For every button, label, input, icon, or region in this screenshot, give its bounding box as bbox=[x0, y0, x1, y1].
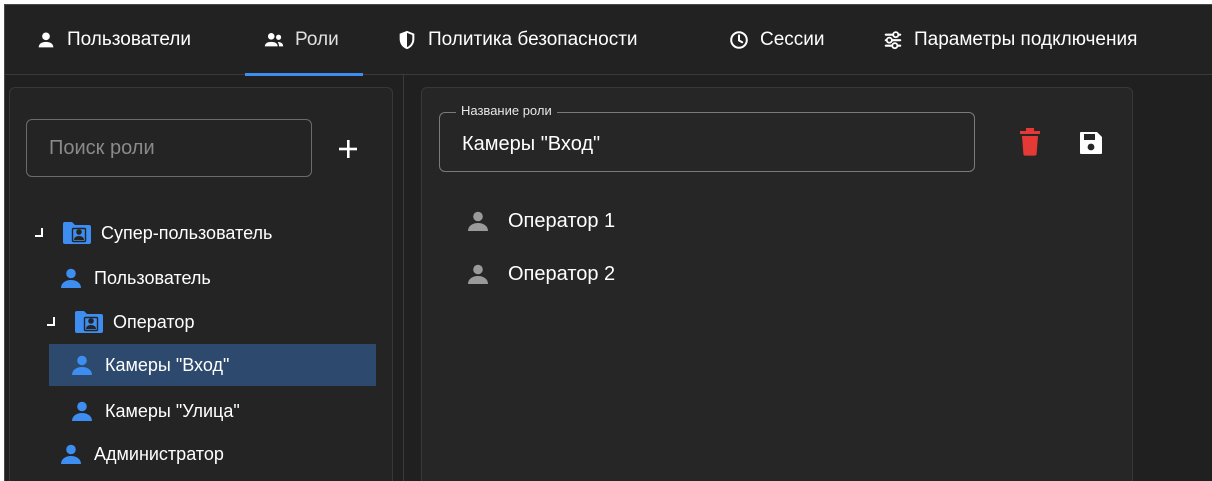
trash-icon bbox=[1020, 128, 1040, 156]
tab-security-policy[interactable]: Политика безопасности bbox=[396, 5, 638, 75]
tree-item-cameras-entrance[interactable]: Камеры "Вход" bbox=[49, 344, 376, 386]
user-icon bbox=[72, 355, 92, 375]
role-member-label: Оператор 1 bbox=[508, 209, 616, 232]
tree-item-label: Пользователь bbox=[94, 267, 211, 288]
tab-users-label: Пользователи bbox=[67, 29, 192, 50]
tree-item-administrator[interactable]: Администратор bbox=[58, 433, 224, 475]
user-icon bbox=[61, 268, 81, 288]
tab-roles[interactable]: Роли bbox=[245, 5, 363, 76]
shield-icon bbox=[399, 30, 415, 50]
save-role-button[interactable] bbox=[1078, 130, 1104, 161]
role-search-input[interactable] bbox=[27, 120, 311, 176]
folder-user-icon bbox=[75, 311, 103, 333]
tab-roles-label: Роли bbox=[295, 29, 339, 50]
panel-divider bbox=[403, 75, 404, 481]
folder-user-icon bbox=[63, 222, 91, 244]
tree-item-operator[interactable]: Оператор bbox=[44, 301, 194, 343]
user-icon bbox=[61, 444, 81, 464]
tab-users[interactable]: Пользователи bbox=[35, 5, 191, 75]
role-name-label: Название роли bbox=[456, 103, 557, 118]
tab-sessions-label: Сессии bbox=[760, 29, 825, 50]
plus-icon bbox=[339, 140, 357, 158]
role-member-label: Оператор 2 bbox=[508, 262, 616, 285]
tree-item-cameras-street[interactable]: Камеры "Улица" bbox=[69, 390, 240, 432]
add-role-button[interactable] bbox=[333, 134, 363, 164]
role-member-item[interactable]: Оператор 1 bbox=[466, 201, 615, 241]
clock-icon bbox=[730, 31, 748, 49]
tree-item-label: Оператор bbox=[113, 311, 195, 332]
tab-connection-settings[interactable]: Параметры подключения bbox=[882, 5, 1137, 75]
collapse-icon[interactable] bbox=[32, 226, 46, 240]
role-name-value[interactable]: Камеры "Вход" bbox=[462, 133, 600, 156]
tree-item-super-user[interactable]: Супер-пользователь bbox=[32, 212, 272, 254]
sliders-icon bbox=[884, 31, 902, 50]
tab-security-policy-label: Политика безопасности bbox=[428, 29, 638, 50]
user-icon bbox=[468, 211, 488, 231]
user-icon bbox=[468, 264, 488, 284]
tree-item-label: Камеры "Вход" bbox=[105, 354, 230, 375]
user-icon bbox=[72, 401, 92, 421]
tab-sessions[interactable]: Сессии bbox=[728, 5, 825, 75]
users-group-icon bbox=[264, 33, 284, 47]
roles-tree-panel: Супер-пользователь Пользователь Оператор… bbox=[9, 87, 393, 481]
tree-item-label: Супер-пользователь bbox=[101, 222, 273, 243]
app-window: Пользователи Роли Политика безопасности … bbox=[4, 4, 1212, 481]
role-search-field[interactable] bbox=[26, 119, 312, 177]
user-icon bbox=[38, 32, 54, 48]
tree-item-label: Администратор bbox=[94, 443, 224, 464]
tree-item-user[interactable]: Пользователь bbox=[58, 257, 211, 299]
save-icon bbox=[1080, 132, 1102, 154]
top-navigation: Пользователи Роли Политика безопасности … bbox=[5, 5, 1212, 76]
tree-item-label: Камеры "Улица" bbox=[105, 400, 240, 421]
collapse-icon[interactable] bbox=[44, 315, 58, 329]
active-tab-indicator bbox=[245, 73, 363, 76]
tab-connection-settings-label: Параметры подключения bbox=[914, 29, 1138, 50]
role-name-field[interactable]: Название роли Камеры "Вход" bbox=[439, 103, 975, 172]
delete-role-button[interactable] bbox=[1019, 128, 1041, 161]
role-member-item[interactable]: Оператор 2 bbox=[466, 254, 615, 294]
role-editor-panel: Название роли Камеры "Вход" Оператор 1 О… bbox=[421, 87, 1133, 481]
